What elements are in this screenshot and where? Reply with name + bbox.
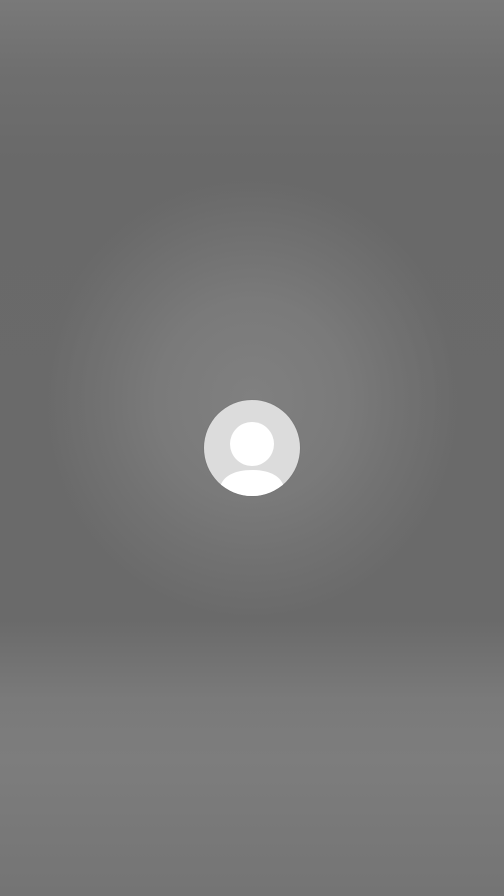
profile-avatar (204, 400, 300, 496)
avatar-shoulders (220, 470, 284, 496)
avatar-head (230, 422, 274, 466)
user-placeholder-icon (220, 422, 284, 496)
blank-profile-screen (0, 0, 504, 896)
